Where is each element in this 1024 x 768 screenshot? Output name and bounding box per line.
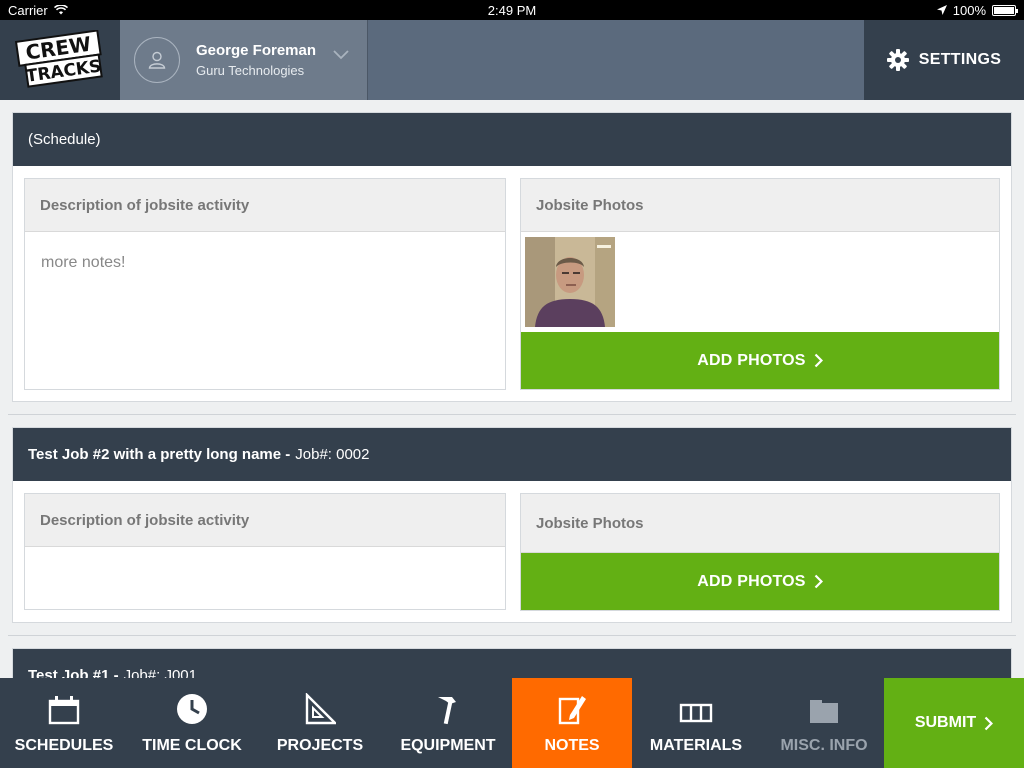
bottom-nav: SCHEDULES TIME CLOCK PROJECTS EQUIPMENT … [0,678,1024,768]
status-left: Carrier [8,3,68,18]
submit-button[interactable]: SUBMIT [884,678,1024,768]
photos-panel: Jobsite Photos ADD PHOTOS [520,493,1000,611]
nav-label: MATERIALS [649,737,743,754]
job-card-header: (Schedule) [13,113,1011,166]
calendar-icon [48,696,80,725]
job-card-header: Test Job #1 - Job#: J001 [13,649,1011,678]
add-photos-button[interactable]: ADD PHOTOS [521,553,999,610]
photo-strip [521,232,999,332]
user-icon [148,51,166,69]
photos-label: Jobsite Photos [521,179,999,232]
materials-icon [679,703,713,723]
job-card-body: Description of jobsite activity Jobsite … [13,481,1011,622]
nav-label: MISC. INFO [780,737,868,754]
nav-misc-info[interactable]: MISC. INFO [760,678,888,768]
clock-icon [177,694,207,724]
avatar [134,37,180,83]
submit-label: SUBMIT [914,714,977,731]
section-divider [8,635,1016,636]
nav-materials[interactable]: MATERIALS [632,678,760,768]
add-photos-label: ADD PHOTOS [697,572,806,590]
header-spacer [368,20,864,100]
section-divider [8,414,1016,415]
description-text[interactable]: more notes! [25,232,505,294]
chevron-right-icon [814,574,823,589]
carrier-label: Carrier [8,2,48,18]
status-right: 100% [936,2,1018,18]
description-panel: Description of jobsite activity [24,493,506,610]
nav-label: PROJECTS [276,737,364,754]
chevron-right-icon [814,353,823,368]
description-label: Description of jobsite activity [25,179,505,232]
nav-label: NOTES [544,737,600,754]
description-panel: Description of jobsite activity more not… [24,178,506,390]
nav-equipment[interactable]: EQUIPMENT [384,678,512,768]
job-card: Test Job #2 with a pretty long name - Jo… [12,427,1012,623]
notes-content[interactable]: (Schedule) Description of jobsite activi… [0,100,1024,678]
photos-label: Jobsite Photos [521,494,999,553]
gear-icon [886,49,909,71]
add-photos-label: ADD PHOTOS [697,351,806,369]
settings-button[interactable]: SETTINGS [864,20,1024,100]
app-header: CREW TRACKS George Foreman Guru Technolo… [0,20,1024,100]
chevron-right-icon [984,716,994,730]
job-card-header: Test Job #2 with a pretty long name - Jo… [13,428,1011,481]
nav-time-clock[interactable]: TIME CLOCK [128,678,256,768]
triangle-ruler-icon [305,693,336,725]
jobsite-photo-thumbnail[interactable] [525,237,615,327]
wifi-icon [53,5,68,15]
job-number: Job#: J001 [123,667,197,678]
nav-label: SCHEDULES [14,737,114,754]
status-time: 2:49 PM [487,2,537,18]
battery-percent: 100% [952,2,986,18]
add-photos-button[interactable]: ADD PHOTOS [521,332,999,389]
chevron-down-icon [333,50,349,60]
description-text[interactable] [25,547,505,591]
hammer-icon [438,697,456,725]
photos-panel: Jobsite Photos ADD PHOTOS [520,178,1000,390]
nav-schedules[interactable]: SCHEDULES [0,678,128,768]
battery-icon [992,4,1018,16]
description-label: Description of jobsite activity [25,494,505,547]
settings-label: SETTINGS [918,51,1002,68]
status-bar: Carrier 2:49 PM 100% [0,0,1024,20]
nav-notes[interactable]: NOTES [512,678,632,768]
job-card-body: Description of jobsite activity more not… [13,166,1011,401]
nav-label: EQUIPMENT [400,737,496,754]
job-card: (Schedule) Description of jobsite activi… [12,112,1012,402]
pencil-note-icon [558,696,586,725]
crewtracks-logo: CREW TRACKS [0,20,120,100]
job-title: Test Job #1 - [28,667,119,678]
misc-info-icon [810,700,838,723]
job-title: (Schedule) [28,131,101,148]
company-name: Guru Technologies [196,63,305,78]
user-name: George Foreman [196,42,317,59]
job-title: Test Job #2 with a pretty long name - [28,446,291,463]
location-arrow-icon [936,5,947,15]
user-info: George Foreman Guru Technologies [196,42,316,78]
nav-label: TIME CLOCK [142,737,242,754]
nav-projects[interactable]: PROJECTS [256,678,384,768]
job-card: Test Job #1 - Job#: J001 [12,648,1012,678]
job-number: Job#: 0002 [295,446,370,463]
user-switcher[interactable]: George Foreman Guru Technologies [120,20,368,100]
